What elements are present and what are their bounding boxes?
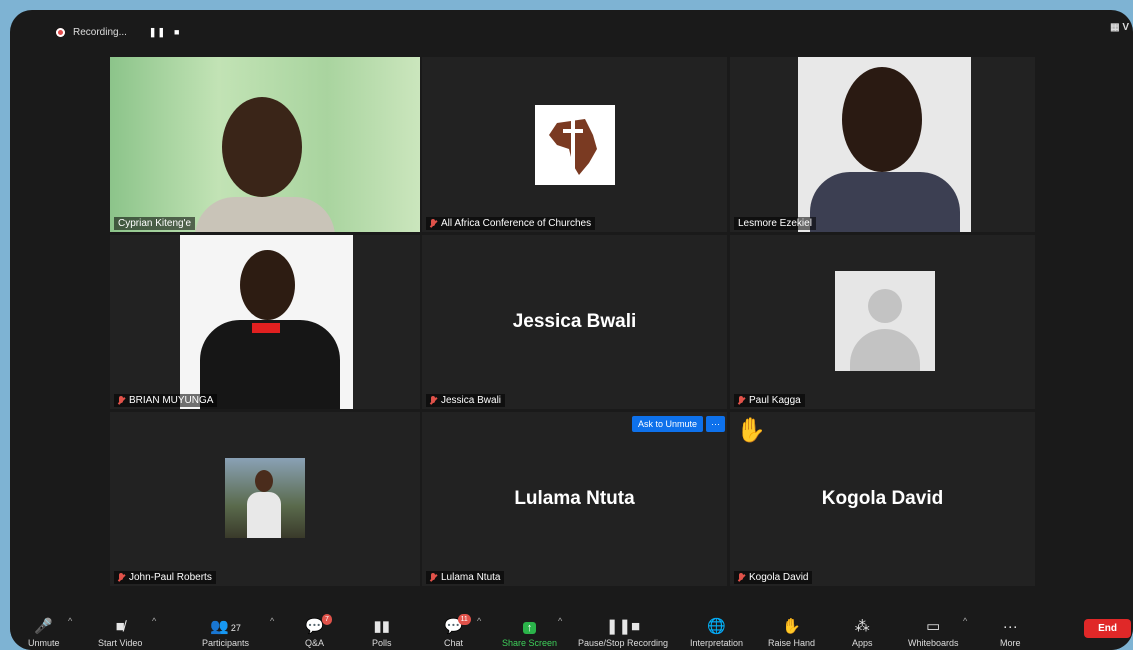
apps-button[interactable]: ⁂ Apps (852, 616, 873, 648)
whiteboards-button[interactable]: ▭ Whiteboards (908, 616, 959, 648)
tile-more-button[interactable]: ··· (706, 416, 725, 432)
whiteboards-options-chevron-icon[interactable]: ^ (963, 616, 967, 626)
ask-to-unmute-button[interactable]: Ask to Unmute (631, 416, 703, 432)
video-tile[interactable]: Ask to Unmute ··· Lulama Ntuta Lulama Nt… (422, 412, 727, 586)
participant-name: All Africa Conference of Churches (426, 217, 596, 230)
participant-name: Lulama Ntuta (426, 571, 505, 584)
muted-mic-icon (738, 572, 745, 583)
raise-hand-button[interactable]: ✋ Raise Hand (768, 616, 815, 648)
raise-hand-icon: ✋ (782, 618, 801, 635)
raised-hand-icon: ✋ (736, 417, 766, 444)
recording-dot-icon (56, 27, 65, 37)
start-video-button[interactable]: ■̸ Start Video (98, 616, 142, 648)
participant-name: Kogola David (734, 571, 813, 584)
pause-recording-icon[interactable]: ❚❚ (149, 27, 166, 38)
meeting-toolbar: 🎤 Unmute ^ ■̸ Start Video ^ 👥 27 Particip… (10, 602, 1133, 650)
recording-label: Recording... (73, 26, 127, 38)
participant-display-name: Lulama Ntuta (514, 488, 635, 509)
muted-mic-icon (118, 395, 125, 406)
chat-button[interactable]: 💬 11 Chat (444, 614, 471, 648)
participant-video (222, 97, 302, 197)
participant-display-name: Jessica Bwali (512, 311, 637, 332)
muted-mic-icon (118, 572, 125, 583)
participant-video (842, 67, 922, 172)
video-tile[interactable]: ✋ Kogola David Kogola David (730, 412, 1035, 586)
avatar (835, 271, 935, 371)
muted-mic-icon (430, 572, 437, 583)
video-tile[interactable]: Cyprian Kiteng'e (110, 57, 420, 232)
qa-icon: 💬 7 (305, 614, 332, 638)
muted-mic-icon (738, 395, 745, 406)
share-screen-button[interactable]: ↑ Share Screen (502, 616, 557, 648)
interpretation-button[interactable]: 🌐 Interpretation (690, 616, 743, 648)
globe-icon: 🌐 (707, 618, 726, 635)
share-screen-icon: ↑ (522, 616, 537, 638)
participant-name: Cyprian Kiteng'e (114, 217, 196, 230)
participant-name: BRIAN MUYUNGA (114, 394, 218, 407)
video-options-chevron-icon[interactable]: ^ (152, 616, 156, 626)
video-tile[interactable]: John-Paul Roberts (110, 412, 420, 586)
end-meeting-button[interactable]: End (1084, 619, 1131, 638)
apps-icon: ⁂ (854, 618, 870, 635)
participants-icon: 👥 27 (210, 618, 241, 635)
polls-button[interactable]: ▮▮ Polls (372, 616, 392, 648)
participant-video (240, 250, 295, 320)
qa-button[interactable]: 💬 7 Q&A (305, 614, 332, 648)
pause-stop-icon: ❚❚■ (605, 618, 641, 635)
chat-icon: 💬 11 (444, 614, 471, 638)
zoom-window: Recording... ❚❚ ■ ▦ V Cyprian Kiteng'e A… (10, 10, 1133, 650)
participant-name: Paul Kagga (734, 394, 805, 407)
muted-mic-icon (430, 218, 437, 229)
video-tile[interactable]: Jessica Bwali Jessica Bwali (422, 235, 727, 409)
audio-options-chevron-icon[interactable]: ^ (68, 616, 72, 626)
video-tile[interactable]: All Africa Conference of Churches (422, 57, 727, 232)
participants-options-chevron-icon[interactable]: ^ (270, 616, 274, 626)
polls-icon: ▮▮ (373, 618, 391, 635)
participants-count: 27 (230, 623, 241, 633)
view-button[interactable]: ▦ V (1110, 22, 1129, 33)
unmute-button[interactable]: 🎤 Unmute (28, 616, 60, 648)
whiteboard-icon: ▭ (926, 618, 941, 635)
participant-name: John-Paul Roberts (114, 571, 216, 584)
recording-indicator: Recording... ❚❚ ■ (56, 22, 180, 42)
participants-button[interactable]: 👥 27 Participants (202, 616, 249, 648)
video-tile[interactable]: BRIAN MUYUNGA (110, 235, 420, 409)
muted-mic-icon (430, 395, 437, 406)
video-tile[interactable]: Paul Kagga (730, 235, 1035, 409)
video-off-icon: ■̸ (115, 618, 125, 635)
avatar (225, 458, 305, 538)
more-dots-icon: ··· (1002, 618, 1018, 635)
qa-badge: 7 (321, 614, 332, 625)
share-options-chevron-icon[interactable]: ^ (558, 616, 562, 626)
muted-microphone-icon: 🎤 (34, 618, 54, 635)
stop-recording-icon[interactable]: ■ (174, 27, 180, 37)
participant-name: Lesmore Ezekiel (734, 217, 816, 230)
pause-stop-recording-button[interactable]: ❚❚■ Pause/Stop Recording (578, 616, 668, 648)
video-tile[interactable]: Lesmore Ezekiel (730, 57, 1035, 232)
participant-name: Jessica Bwali (426, 394, 506, 407)
chat-options-chevron-icon[interactable]: ^ (477, 616, 481, 626)
more-button[interactable]: ··· More (1000, 616, 1021, 648)
chat-badge: 11 (457, 614, 471, 625)
participant-display-name: Kogola David (821, 488, 944, 509)
aacc-logo (535, 105, 615, 185)
